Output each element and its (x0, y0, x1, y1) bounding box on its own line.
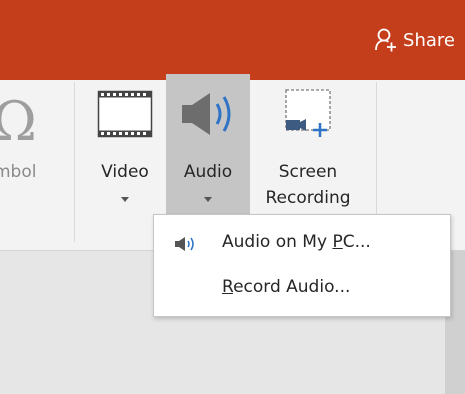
label-text: Audio on My (222, 232, 333, 252)
group-separator (376, 82, 377, 227)
video-button[interactable]: Video (86, 80, 164, 230)
omega-symbol-icon: Ω (0, 90, 37, 153)
menu-item-audio-on-my-pc[interactable]: Audio on My PC... (154, 223, 450, 263)
accelerator-key: R (222, 277, 234, 297)
share-label: Share (403, 29, 455, 51)
symbol-button[interactable]: Ω mbol (0, 80, 62, 230)
label-text: ecord Audio... (233, 277, 351, 297)
accelerator-key: P (332, 232, 343, 252)
screen-recording-button[interactable]: Screen Recording (252, 80, 364, 230)
screen-recording-icon (285, 89, 331, 137)
video-label: Video (101, 162, 149, 182)
label-text: C... (342, 232, 371, 252)
screen-recording-label-line2: Recording (265, 188, 351, 208)
chevron-down-icon (204, 197, 212, 202)
speaker-icon (175, 237, 194, 251)
film-strip-icon (97, 90, 153, 138)
title-bar: Share (0, 0, 465, 80)
menu-item-record-audio[interactable]: Record Audio... (154, 268, 450, 308)
menu-item-label: Record Audio... (222, 277, 350, 297)
speaker-icon (182, 93, 231, 135)
chevron-down-icon (121, 197, 129, 202)
share-button[interactable]: Share (375, 24, 455, 56)
audio-dropdown-menu: Audio on My PC... Record Audio... (153, 214, 451, 317)
person-add-icon (375, 28, 397, 52)
audio-label: Audio (183, 162, 233, 182)
screen-recording-label-line1: Screen (278, 162, 338, 182)
audio-button[interactable]: Audio (166, 74, 250, 214)
symbol-label: mbol (0, 162, 37, 182)
menu-item-label: Audio on My PC... (222, 232, 371, 252)
group-separator (74, 82, 75, 242)
